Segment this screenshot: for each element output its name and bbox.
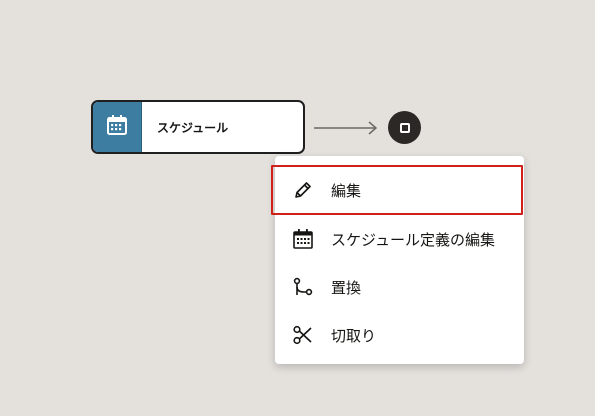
menu-item-label: スケジュール定義の編集 — [331, 230, 495, 249]
menu-item-label: 置換 — [331, 278, 362, 297]
connector-arrow — [314, 121, 378, 135]
context-menu: 編集 スケジュール定義の編集 置換 切取り — [271, 156, 524, 364]
end-node[interactable] — [388, 111, 421, 144]
menu-item-cut[interactable]: 切取り — [275, 311, 524, 359]
stop-icon — [399, 122, 410, 133]
branch-icon — [292, 276, 314, 298]
node-icon-container — [93, 102, 142, 152]
menu-item-edit[interactable]: 編集 — [271, 165, 523, 215]
scissors-icon — [292, 324, 314, 346]
menu-item-edit-schedule-definition[interactable]: スケジュール定義の編集 — [275, 215, 524, 263]
pencil-icon — [292, 179, 314, 201]
calendar-icon — [292, 228, 314, 250]
calendar-icon — [106, 114, 128, 140]
menu-item-label: 編集 — [331, 181, 362, 200]
node-label: スケジュール — [157, 120, 229, 135]
menu-item-replace[interactable]: 置換 — [275, 263, 524, 311]
menu-item-label: 切取り — [331, 326, 377, 345]
schedule-node[interactable]: スケジュール — [91, 100, 305, 154]
